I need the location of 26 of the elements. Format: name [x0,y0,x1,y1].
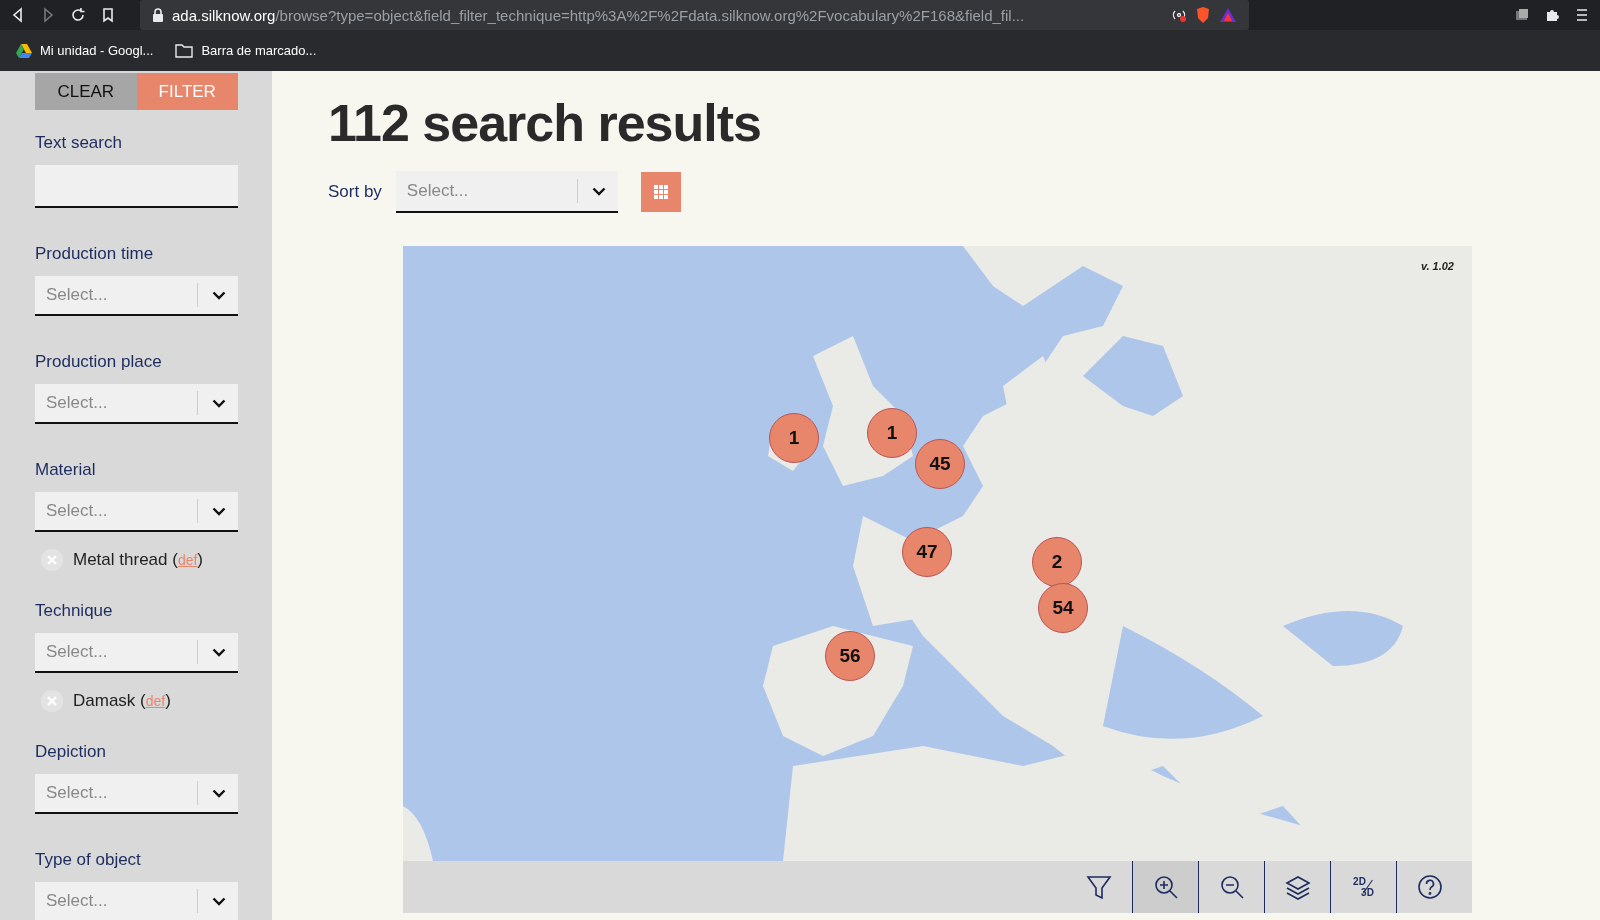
filter-label: Depiction [35,742,107,762]
select-placeholder: Select... [45,501,109,521]
map-tool-button[interactable]: 2D 3D [1330,861,1396,913]
filter-label: Production place [35,352,163,372]
filter-label: Material [35,460,97,480]
select-placeholder: Select... [45,642,109,662]
clear-button[interactable]: CLEAR [35,73,137,110]
select-placeholder: Select... [45,285,109,305]
version-label: v. 1.02 [1420,260,1454,272]
bookmark[interactable]: Barra de marcado... [175,43,317,58]
filter-label: Technique [35,601,114,621]
select-placeholder: Select... [45,783,109,803]
select-placeholder: Select... [45,393,109,413]
tag-label: Metal thread (def) [73,550,204,570]
results-title: 112 search results [328,93,761,153]
tag-label: Damask (def) [73,691,171,711]
bookmark[interactable]: Mi unidad - Googl... [16,43,154,58]
select-placeholder: Select... [45,891,109,911]
address-bar[interactable]: ada.silknow.org/browse?type=object&field_filter_technique=http%3A%2F%2Fdata.silknow.org%2Fvocabulary%2F168&field_fil... [140,0,1249,30]
select-placeholder: Select... [405,181,470,201]
sort-label: Sort by [328,182,382,202]
filter-label: Production time [35,244,155,264]
filter-label: Text search [35,133,123,153]
dimension-toggle[interactable]: 2D 3D [1353,876,1374,898]
filter-label: Type of object [35,850,142,870]
url-text: ada.silknow.org/browse?type=object&field_filter_technique=http%3A%2F%2Fdata.silknow.org%2Fvocabulary%2F168&field_fil... [172,6,1025,24]
